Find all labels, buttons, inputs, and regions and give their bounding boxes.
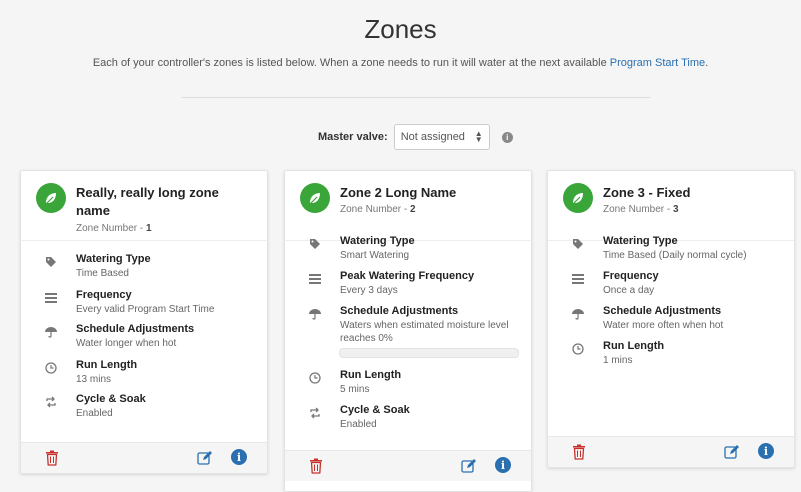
leaf-icon — [36, 183, 66, 213]
zone-number: Zone Number - 2 — [340, 204, 416, 215]
row-value: Every valid Program Start Time — [76, 304, 215, 315]
row-label: Peak Watering Frequency — [340, 270, 475, 282]
row-label: Schedule Adjustments — [603, 305, 722, 317]
row-label: Cycle & Soak — [76, 393, 146, 405]
row-label: Frequency — [603, 270, 659, 282]
zone-number-value: 2 — [410, 204, 416, 215]
zone-card-header: Really, really long zone name Zone Numbe… — [21, 171, 267, 241]
row-label: Cycle & Soak — [340, 404, 410, 416]
umbrella-icon — [309, 307, 323, 321]
zone-number-value: 1 — [146, 223, 152, 234]
row-value: Time Based — [76, 268, 129, 279]
row-label: Schedule Adjustments — [76, 323, 195, 335]
page-subtitle: Each of your controller's zones is liste… — [0, 57, 801, 69]
frequency-icon — [45, 291, 59, 305]
zone-card-footer: i — [548, 436, 794, 467]
leaf-icon — [300, 183, 330, 213]
frequency-icon — [572, 272, 586, 286]
master-valve-value: Not assigned — [400, 131, 465, 143]
master-valve: Master valve: Not assigned ▲ ▼ i — [318, 123, 513, 151]
zone-number-value: 3 — [673, 204, 679, 215]
zone-card-header: Zone 3 - Fixed Zone Number - 3 — [548, 171, 794, 241]
zone-card-3: Zone 3 - Fixed Zone Number - 3 Watering … — [547, 170, 795, 468]
umbrella-icon — [572, 307, 586, 321]
row-value: 13 mins — [76, 374, 112, 385]
row-label: Run Length — [76, 359, 138, 371]
row-value: Smart Watering — [340, 250, 410, 261]
clock-icon — [45, 361, 59, 375]
row-label: Schedule Adjustments — [340, 305, 459, 317]
zone-number-label: Zone Number - — [340, 204, 411, 215]
row-value: Waters when estimated moisture level rea… — [340, 320, 509, 344]
zone-number-label: Zone Number - — [76, 223, 147, 234]
trash-icon[interactable] — [309, 458, 323, 474]
row-value: Once a day — [603, 285, 655, 296]
master-valve-select[interactable]: Not assigned ▲ ▼ — [393, 124, 490, 150]
subtitle-text: Each of your controller's zones is liste… — [92, 57, 610, 69]
edit-icon[interactable] — [724, 444, 740, 460]
master-valve-label: Master valve: — [318, 131, 388, 143]
clock-icon — [572, 342, 586, 356]
row-value: Water more often when hot — [603, 320, 724, 331]
row-label: Run Length — [340, 369, 402, 381]
tag-icon — [572, 237, 586, 251]
zone-number: Zone Number - 1 — [76, 223, 152, 234]
trash-icon[interactable] — [572, 444, 586, 460]
select-arrows-icon: ▲ ▼ — [474, 129, 483, 144]
subtitle-end: . — [705, 57, 709, 69]
info-icon[interactable]: i — [758, 443, 774, 459]
program-start-time-link[interactable]: Program Start Time — [610, 57, 705, 69]
tag-icon — [45, 255, 59, 269]
zone-card-1: Really, really long zone name Zone Numbe… — [20, 170, 268, 474]
row-value: Every 3 days — [340, 285, 398, 296]
row-label: Watering Type — [340, 235, 415, 247]
page-title: Zones — [364, 14, 437, 44]
row-value: Enabled — [340, 419, 377, 430]
edit-icon[interactable] — [197, 450, 213, 466]
cycle-icon — [45, 395, 59, 409]
moisture-progress-bar — [339, 348, 519, 358]
row-value: Water longer when hot — [76, 338, 177, 349]
cycle-icon — [309, 406, 323, 420]
umbrella-icon — [45, 325, 59, 339]
row-value: Enabled — [76, 408, 113, 419]
zone-name: Zone 3 - Fixed — [603, 185, 691, 200]
clock-icon — [309, 371, 323, 385]
row-label: Run Length — [603, 340, 665, 352]
zone-card-footer: i — [21, 442, 267, 473]
row-label: Watering Type — [603, 235, 678, 247]
row-value: 5 mins — [340, 384, 370, 395]
zone-number-label: Zone Number - — [603, 204, 674, 215]
info-icon[interactable]: i — [231, 449, 247, 465]
divider — [182, 97, 650, 98]
row-label: Watering Type — [76, 253, 151, 265]
zone-name: Really, really long zone name — [76, 185, 219, 218]
zone-name: Zone 2 Long Name — [340, 185, 457, 200]
edit-icon[interactable] — [461, 458, 477, 474]
frequency-icon — [309, 272, 323, 286]
row-value: Time Based (Daily normal cycle) — [603, 250, 747, 261]
leaf-icon — [563, 183, 593, 213]
zone-card-header: Zone 2 Long Name Zone Number - 2 — [285, 171, 531, 241]
tag-icon — [309, 237, 323, 251]
info-icon[interactable]: i — [495, 457, 511, 473]
master-valve-info-icon[interactable]: i — [501, 131, 513, 143]
row-value: 1 mins — [603, 355, 633, 366]
row-label: Frequency — [76, 289, 132, 301]
zone-card-footer: i — [285, 450, 531, 481]
zone-number: Zone Number - 3 — [603, 204, 679, 215]
zone-card-2: Zone 2 Long Name Zone Number - 2 Waterin… — [284, 170, 532, 492]
trash-icon[interactable] — [45, 450, 59, 466]
